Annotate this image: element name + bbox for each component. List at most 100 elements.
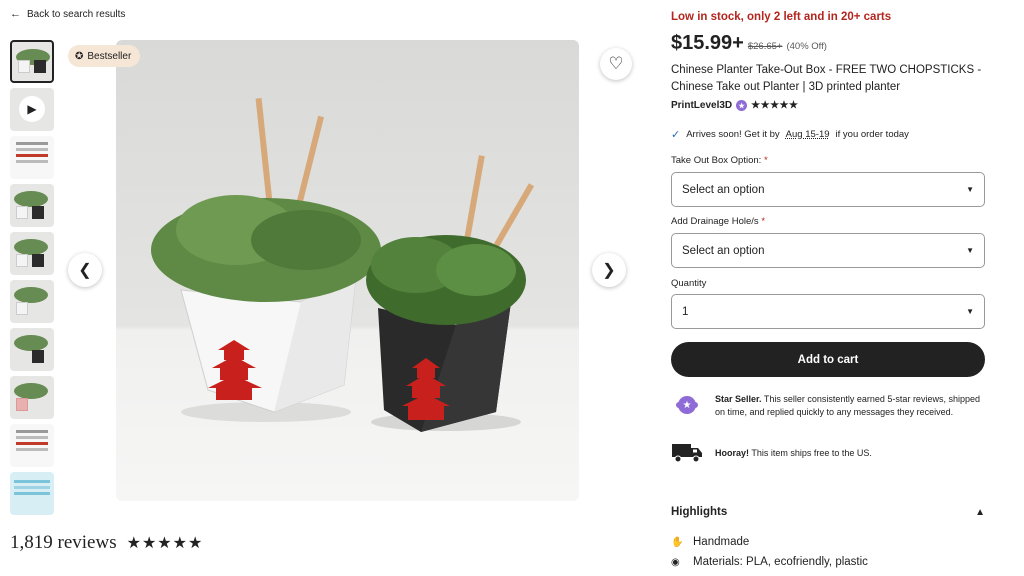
reviews-summary[interactable]: 1,819 reviews ★★★★★ — [10, 532, 203, 554]
heart-icon: ♡ — [608, 54, 624, 73]
star-seller-perk: ★ Star Seller. This seller consistently … — [671, 393, 985, 419]
thumbnail-black-box — [32, 350, 44, 363]
quantity-value: 1 — [682, 305, 689, 318]
box-option-value: Select an option — [682, 183, 765, 196]
favorite-button[interactable]: ♡ — [600, 48, 632, 80]
thumbnail-10[interactable] — [10, 472, 54, 515]
chevron-up-icon: ▲ — [975, 506, 985, 518]
star-seller-icon: ★ — [736, 100, 748, 111]
chopstick — [255, 97, 274, 208]
left-plant-leaves — [251, 210, 361, 270]
thumbnail-black-box — [32, 254, 44, 267]
thumbnail-video[interactable]: ▶ — [10, 88, 54, 131]
thumbnail-black-box — [32, 206, 44, 219]
thumbnail-6[interactable] — [10, 280, 54, 323]
thumbnail-8[interactable] — [10, 376, 54, 419]
seller-name[interactable]: PrintLevel3D — [671, 100, 732, 111]
drainage-option-select[interactable]: Select an option ▼ — [671, 233, 985, 268]
shipping-description: This item ships free to the US. — [751, 448, 872, 458]
thumbnail-plant — [14, 239, 48, 255]
required-mark: * — [761, 216, 766, 227]
free-shipping-perk: Hooray! This item ships free to the US. — [671, 441, 985, 465]
product-title: Chinese Planter Take-Out Box - FREE TWO … — [671, 64, 982, 93]
hand-icon: ✋ — [671, 536, 684, 548]
quantity-select[interactable]: 1 ▼ — [671, 294, 985, 329]
thumbnail-7[interactable] — [10, 328, 54, 371]
arrival-date[interactable]: Aug 15-19 — [786, 129, 830, 140]
thumbnail-1[interactable] — [10, 40, 54, 83]
box-option-label: Take Out Box Option: * — [671, 155, 768, 166]
right-plant-leaves — [436, 244, 516, 296]
thumbnail-text-lines — [16, 142, 48, 145]
back-link-label: Back to search results — [27, 9, 126, 20]
seller-row: PrintLevel3D ★ ★★★★★ — [671, 100, 798, 111]
truck-icon — [672, 444, 702, 463]
drainage-option-label: Add Drainage Hole/s * — [671, 216, 765, 227]
highlights-title: Highlights — [671, 506, 728, 518]
star-seller-badge-container: ★ — [671, 393, 703, 417]
thumbnail-black-box — [34, 60, 46, 73]
award-icon: ✪ — [75, 50, 84, 62]
highlight-label: Handmade — [693, 536, 750, 548]
chopstick — [293, 115, 325, 215]
caret-down-icon: ▼ — [966, 307, 974, 316]
highlight-item: ◉ Materials: PLA, ecofriendly, plastic — [671, 556, 868, 568]
drainage-option-value: Select an option — [682, 244, 765, 257]
thumbnail-white-box — [16, 206, 28, 219]
stock-notice: Low in stock, only 2 left and in 20+ car… — [671, 11, 892, 23]
highlight-label: Materials: PLA, ecofriendly, plastic — [693, 556, 868, 568]
previous-image-button[interactable]: ❮ — [68, 253, 102, 287]
review-count: 1,819 reviews — [10, 532, 117, 553]
star-rating-icon: ★★★★★ — [126, 535, 204, 552]
arrow-left-icon: ← — [10, 8, 21, 20]
thumbnail-plant — [14, 335, 48, 351]
seller-stars-icon: ★★★★★ — [751, 100, 799, 111]
arrival-prefix: Arrives soon! Get it by — [686, 129, 780, 140]
original-price: $26.65+ — [747, 41, 783, 52]
thumbnail-plant — [14, 191, 48, 207]
back-to-search-link[interactable]: ← Back to search results — [10, 8, 126, 21]
arrival-info: ✓ Arrives soon! Get it by Aug 15-19 if y… — [671, 128, 909, 141]
quantity-label-text: Quantity — [671, 278, 707, 289]
bestseller-label: Bestseller — [87, 50, 132, 62]
box-option-select[interactable]: Select an option ▼ — [671, 172, 985, 207]
product-photo-illustration — [151, 97, 535, 432]
chopstick — [493, 183, 535, 247]
highlights-toggle[interactable]: Highlights ▲ — [671, 506, 985, 518]
chevron-left-icon: ❮ — [78, 262, 92, 279]
current-price: $15.99+ — [671, 32, 744, 54]
thumbnail-white-box — [16, 254, 28, 267]
thumbnail-white-box — [18, 60, 30, 73]
thumbnail-strip: ▶ — [10, 40, 56, 515]
check-icon: ✓ — [671, 129, 681, 141]
required-mark: * — [763, 155, 768, 166]
box-option-label-text: Take Out Box Option: — [671, 155, 762, 166]
arrival-suffix: if you order today — [835, 129, 909, 140]
shipping-title: Hooray! — [715, 448, 750, 458]
next-image-button[interactable]: ❯ — [592, 253, 626, 287]
chopstick — [462, 155, 485, 250]
thumbnail-text-lines — [14, 480, 50, 483]
star-seller-badge-icon: ★ — [678, 396, 696, 414]
thumbnail-9[interactable] — [10, 424, 54, 467]
quantity-label: Quantity — [671, 278, 706, 289]
bestseller-badge: ✪ Bestseller — [68, 45, 141, 67]
main-product-image — [116, 40, 579, 501]
thumbnail-4[interactable] — [10, 184, 54, 227]
caret-down-icon: ▼ — [966, 185, 974, 194]
shipping-text: Hooray! This item ships free to the US. — [715, 441, 985, 460]
materials-icon: ◉ — [671, 556, 680, 568]
add-to-cart-button[interactable]: Add to cart — [671, 342, 985, 377]
play-icon: ▶ — [19, 96, 45, 122]
caret-down-icon: ▼ — [966, 246, 974, 255]
highlight-item: ✋ Handmade — [671, 536, 749, 548]
thumbnail-5[interactable] — [10, 232, 54, 275]
thumbnail-3[interactable] — [10, 136, 54, 179]
thumbnail-plant — [14, 383, 48, 399]
thumbnail-text-lines — [16, 430, 48, 433]
thumbnail-white-box — [16, 302, 28, 315]
thumbnail-plant — [14, 287, 48, 303]
price-row: $15.99+ $26.65+ (40% Off) — [671, 32, 827, 55]
truck-icon-container — [671, 441, 703, 465]
star-seller-text: Star Seller. This seller consistently ea… — [715, 393, 985, 419]
